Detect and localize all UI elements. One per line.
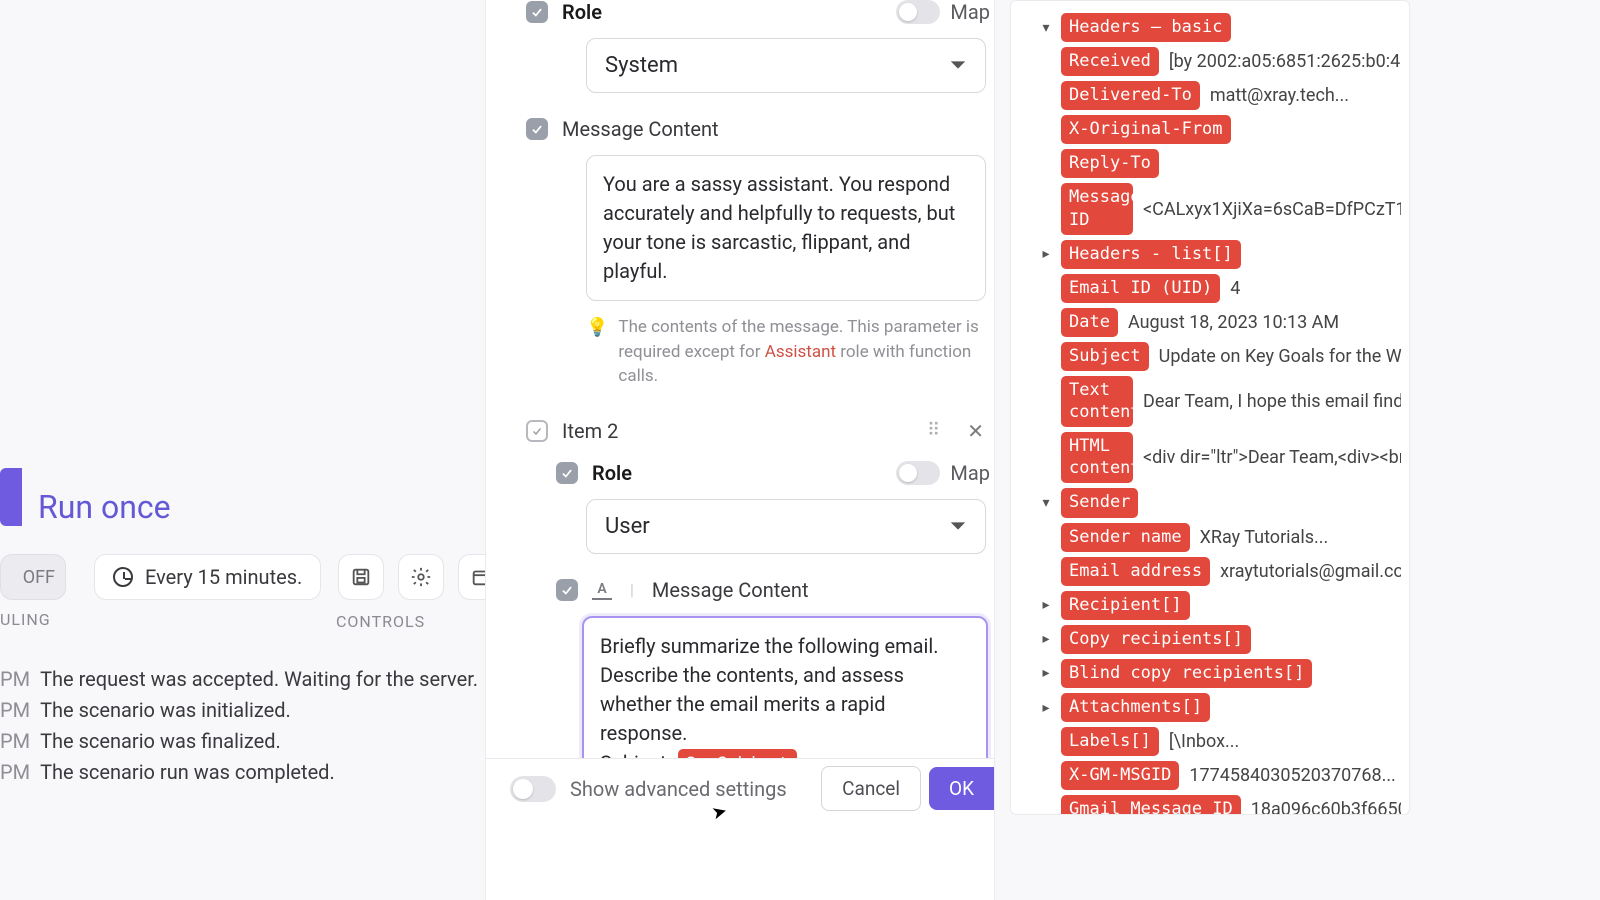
run-once-label[interactable]: Run once: [38, 488, 171, 526]
scenario-off-toggle[interactable]: OFF: [0, 554, 66, 600]
form-footer: Show advanced settings Cancel OK: [486, 758, 994, 818]
checkbox-icon[interactable]: [526, 1, 548, 23]
checkbox-icon[interactable]: [556, 462, 578, 484]
message-content-textarea-2[interactable]: Briefly summarize the following email. D…: [582, 616, 988, 760]
checkbox-icon[interactable]: [526, 118, 548, 140]
gear-icon: [410, 566, 432, 588]
scenario-panel: Run once OFF Every 15 minutes. ULING CON…: [0, 0, 485, 900]
field-label-message-content: Message Content: [562, 117, 719, 141]
tree-node[interactable]: Gmail Message ID18a096c60b3f6650...: [1025, 795, 1401, 815]
map-toggle[interactable]: Map: [896, 0, 994, 24]
save-icon: [350, 566, 372, 588]
tree-node[interactable]: ▸Attachments[]: [1025, 693, 1401, 722]
tree-node[interactable]: HTML content<div dir="ltr">Dear Team,<di…: [1025, 432, 1401, 483]
tree-node[interactable]: Sender nameXRay Tutorials...: [1025, 523, 1401, 552]
log-row: PMThe scenario run was completed.: [0, 757, 478, 788]
tree-node[interactable]: DateAugust 18, 2023 10:13 AM: [1025, 308, 1401, 337]
checkbox-icon[interactable]: [556, 579, 578, 601]
tree-node[interactable]: SubjectUpdate on Key Goals for the Week …: [1025, 342, 1401, 371]
tree-node[interactable]: ▾Sender: [1025, 488, 1401, 517]
advanced-settings-toggle[interactable]: [510, 776, 556, 802]
tree-node[interactable]: Delivered-Tomatt@xray.tech...: [1025, 81, 1401, 110]
text-mode-icon[interactable]: A: [592, 580, 612, 600]
chevron-down-icon: [949, 53, 967, 78]
field-label-role: Role: [562, 0, 602, 24]
switch-icon: [896, 461, 940, 485]
run-once-button[interactable]: [0, 468, 22, 526]
tree-node[interactable]: Text contentDear Team, I hope this email…: [1025, 376, 1401, 427]
settings-button[interactable]: [398, 554, 444, 600]
map-toggle[interactable]: Map: [896, 461, 994, 485]
ok-button[interactable]: OK: [929, 767, 994, 810]
tree-node[interactable]: Message ID<CALxyx1XjiXa=6sCaB=DfPCzT1Z-t…: [1025, 183, 1401, 234]
clock-icon: [113, 567, 133, 587]
field-hint: 💡 The contents of the message. This para…: [586, 315, 986, 389]
mapping-data-tree: ▾Headers – basic Received[by 2002:a05:68…: [1010, 0, 1410, 815]
tree-node[interactable]: Email addressxraytutorials@gmail.com...: [1025, 557, 1401, 586]
tree-node[interactable]: ▸Headers - list[]: [1025, 240, 1401, 269]
log-row: PMThe scenario was initialized.: [0, 695, 478, 726]
module-config-panel: Role Map System Message Content You are …: [485, 0, 995, 900]
tree-node[interactable]: Email ID (UID)4: [1025, 274, 1401, 303]
lightbulb-icon: 💡: [586, 315, 608, 389]
tree-node[interactable]: ▾Headers – basic: [1025, 13, 1401, 42]
drag-handle-icon[interactable]: ⠿: [927, 420, 941, 441]
role-select-2[interactable]: User: [586, 499, 986, 554]
tree-node[interactable]: Received[by 2002:a05:6851:2625:b0:4e6:50…: [1025, 47, 1401, 76]
chevron-down-icon: [949, 514, 967, 539]
item-2-header: Item 2 ⠿ ✕: [526, 419, 994, 443]
tree-node[interactable]: ▸Blind copy recipients[]: [1025, 659, 1401, 688]
log-row: PMThe scenario was finalized.: [0, 726, 478, 757]
section-heading-controls: CONTROLS: [336, 612, 425, 631]
schedule-pill[interactable]: Every 15 minutes.: [94, 554, 321, 600]
switch-icon: [896, 0, 940, 24]
item-title: Item 2: [562, 419, 618, 443]
tree-node[interactable]: Labels[][\Inbox...: [1025, 727, 1401, 756]
cancel-button[interactable]: Cancel: [821, 766, 921, 811]
tree-node[interactable]: X-GM-MSGID1774584030520370768...: [1025, 761, 1401, 790]
save-button[interactable]: [338, 554, 384, 600]
log-row: PMThe request was accepted. Waiting for …: [0, 664, 478, 695]
section-heading-scheduling: ULING: [0, 610, 51, 629]
field-label-role: Role: [592, 461, 632, 485]
log-list: PMThe request was accepted. Waiting for …: [0, 664, 478, 788]
close-icon[interactable]: ✕: [967, 419, 984, 443]
tree-node[interactable]: ▸Copy recipients[]: [1025, 625, 1401, 654]
advanced-settings-label: Show advanced settings: [570, 777, 787, 801]
tree-node[interactable]: ▸Recipient[]: [1025, 591, 1401, 620]
message-content-textarea-1[interactable]: You are a sassy assistant. You respond a…: [586, 155, 986, 301]
tree-node[interactable]: Reply-To: [1025, 149, 1401, 178]
tree-node[interactable]: X-Original-From: [1025, 115, 1401, 144]
collapse-toggle[interactable]: [526, 420, 548, 442]
field-label-message-content: Message Content: [652, 578, 809, 602]
role-select[interactable]: System: [586, 38, 986, 93]
